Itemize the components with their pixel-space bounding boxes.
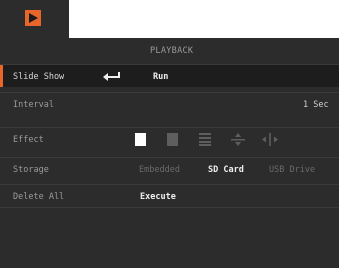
execute-button[interactable]: Execute: [140, 192, 176, 202]
storage-option-embedded[interactable]: Embedded: [139, 165, 180, 175]
enter-arrow-icon: [103, 71, 121, 85]
menu-row-effect[interactable]: Effect: [0, 127, 339, 150]
vertical-split-icon[interactable]: [231, 133, 245, 146]
playback-menu-window: PLAYBACK Slide Show Run Interval 1 Sec E…: [0, 0, 339, 268]
interval-label: Interval: [13, 100, 54, 110]
slide-show-label: Slide Show: [13, 72, 65, 82]
delete-all-label: Delete All: [13, 192, 65, 202]
menu-row-slide-show[interactable]: Slide Show Run: [0, 64, 339, 87]
play-icon: [25, 10, 41, 26]
menu-row-delete-all[interactable]: Delete All Execute: [0, 184, 339, 207]
menu-row-interval[interactable]: Interval 1 Sec: [0, 92, 339, 115]
empty-menu-area: [0, 207, 339, 268]
storage-option-sd-card[interactable]: SD Card: [208, 165, 244, 175]
selection-indicator: [0, 65, 3, 87]
interval-value[interactable]: 1 Sec: [303, 100, 329, 110]
effect-options: [0, 128, 339, 151]
horizontal-split-icon[interactable]: [262, 133, 278, 146]
storage-option-usb-drive[interactable]: USB Drive: [269, 165, 315, 175]
gray-square-icon[interactable]: [167, 133, 178, 146]
tab-playback[interactable]: [0, 0, 69, 38]
run-button[interactable]: Run: [153, 72, 168, 82]
top-bar: [0, 0, 339, 38]
menu-header: PLAYBACK: [0, 38, 339, 64]
horizontal-lines-icon[interactable]: [199, 133, 211, 146]
storage-label: Storage: [13, 165, 49, 175]
menu-row-storage[interactable]: Storage Embedded SD Card USB Drive: [0, 157, 339, 180]
page-title: PLAYBACK: [150, 46, 194, 56]
white-square-icon[interactable]: [135, 133, 146, 146]
